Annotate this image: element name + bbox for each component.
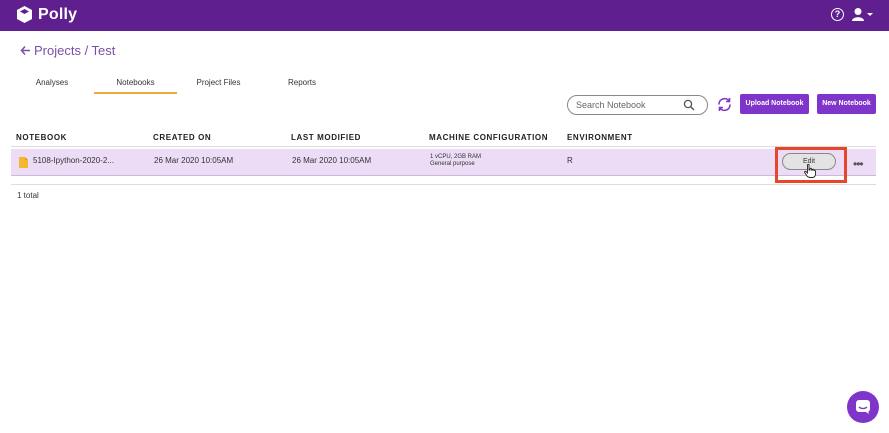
total-count: 1 total [17,191,39,200]
machine-config-line2: General purpose [430,161,475,167]
upload-notebook-button[interactable]: Upload Notebook [740,94,809,114]
user-icon[interactable] [852,7,874,23]
polly-logo-icon[interactable] [17,6,32,23]
app-name[interactable]: Polly [38,6,77,24]
search-icon[interactable] [683,99,695,111]
tab-reports[interactable]: Reports [276,74,328,94]
header-divider [11,146,876,147]
more-icon[interactable]: ••• [853,157,864,171]
column-header-machine-configuration[interactable]: MACHINE CONFIGURATION [429,133,548,142]
file-icon [19,157,28,168]
breadcrumb-text[interactable]: Projects / Test [34,43,115,58]
help-icon[interactable]: ? [831,8,844,21]
tab-notebooks[interactable]: Notebooks [94,74,177,94]
hand-cursor-icon [804,164,816,178]
top-nav-bar: Polly ? [0,0,889,31]
last-modified-value: 26 Mar 2020 10:05AM [292,156,372,165]
refresh-icon[interactable] [716,96,733,113]
column-header-created-on[interactable]: CREATED ON [153,133,211,142]
tab-project-files[interactable]: Project Files [186,74,251,94]
column-header-environment[interactable]: ENVIRONMENT [567,133,633,142]
new-notebook-button[interactable]: New Notebook [817,94,876,114]
search-input[interactable] [576,98,680,112]
column-header-notebook[interactable]: NOTEBOOK [16,133,67,142]
machine-config-line1: 1 vCPU, 2GB RAM [430,154,482,160]
environment-value: R [567,156,573,165]
table-row[interactable]: 5108-Ipython-2020-2... 26 Mar 2020 10:05… [11,149,876,176]
chat-widget-button[interactable] [847,391,879,423]
column-header-last-modified[interactable]: LAST MODIFIED [291,133,361,142]
chat-icon [856,400,870,414]
search-box[interactable] [567,95,708,115]
notebook-name[interactable]: 5108-Ipython-2020-2... [33,156,114,165]
breadcrumb[interactable]: Projects / Test [20,43,115,58]
tab-analyses[interactable]: Analyses [22,74,82,94]
table-bottom-divider [11,184,876,185]
arrow-left-icon[interactable] [20,45,31,56]
created-on-value: 26 Mar 2020 10:05AM [154,156,234,165]
